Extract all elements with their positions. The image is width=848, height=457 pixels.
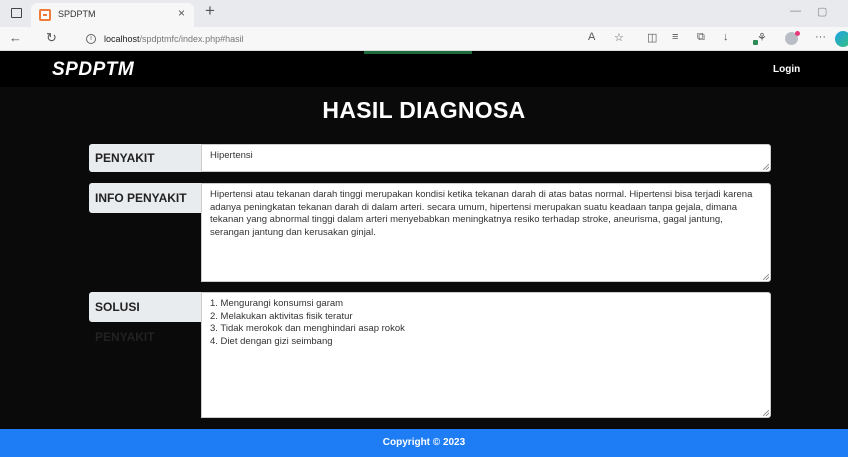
browser-tab-spdptm[interactable]: SPDPTM ×	[31, 3, 194, 27]
browser-window: SPDPTM × + — ▢ ← ↻ i localhost/spdptmfc/…	[0, 0, 848, 457]
copyright-text: Copyright © 2023	[382, 437, 466, 448]
url-host: localhost	[104, 34, 140, 44]
solusi-item: 3. Tidak merokok dan menghindari asap ro…	[210, 323, 405, 334]
back-icon[interactable]: ←	[9, 30, 22, 45]
new-tab-icon[interactable]: +	[205, 1, 215, 21]
penyakit-label: PENYAKIT	[89, 144, 201, 172]
split-screen-icon[interactable]: ◫	[647, 31, 657, 44]
info-penyakit-label: INFO PENYAKIT	[89, 183, 201, 213]
address-bar: ← ↻ i localhost/spdptmfc/index.php#hasil…	[0, 27, 848, 51]
read-aloud-icon[interactable]: A	[588, 31, 595, 43]
extensions-icon[interactable]: ⚘	[757, 31, 767, 44]
page-title: HASIL DIAGNOSA	[322, 97, 526, 123]
site-info-icon[interactable]: i	[86, 34, 96, 44]
collections-icon[interactable]: ⧉	[697, 31, 705, 44]
copilot-icon[interactable]	[835, 31, 848, 47]
favorites-list-icon[interactable]: ≡	[672, 31, 678, 43]
web-page: SPDPTM Login HASIL DIAGNOSA PENYAKIT Hip…	[0, 51, 848, 457]
tab-title: SPDPTM	[58, 9, 96, 19]
info-penyakit-value: Hipertensi atau tekanan darah tinggi mer…	[210, 189, 753, 238]
solusi-penyakit-field[interactable]: 1. Mengurangi konsumsi garam 2. Melakuka…	[201, 292, 771, 418]
top-accent-bar	[364, 51, 472, 54]
info-penyakit-field[interactable]: Hipertensi atau tekanan darah tinggi mer…	[201, 183, 771, 282]
resize-handle-icon[interactable]	[763, 164, 769, 170]
solusi-item: 2. Melakukan aktivitas fisik teratur	[210, 310, 353, 322]
penyakit-field[interactable]: Hipertensi	[201, 144, 771, 172]
site-footer: Copyright © 2023	[0, 429, 848, 457]
tab-close-icon[interactable]: ×	[178, 6, 185, 20]
url-path: /spdptmfc/index.php#hasil	[139, 34, 244, 44]
window-menu-icon[interactable]	[11, 8, 22, 18]
penyakit-value: Hipertensi	[210, 150, 253, 161]
url-text[interactable]: localhost/spdptmfc/index.php#hasil	[104, 34, 244, 44]
site-brand[interactable]: SPDPTM	[52, 59, 134, 81]
favicon-icon	[39, 9, 51, 21]
solusi-item: 1. Mengurangi konsumsi garam	[210, 298, 344, 309]
site-navbar: SPDPTM Login	[0, 51, 848, 87]
solusi-item: 4. Diet dengan gizi seimbang	[210, 335, 333, 347]
tab-strip: SPDPTM × + — ▢	[0, 0, 848, 27]
resize-handle-icon[interactable]	[763, 410, 769, 416]
login-link[interactable]: Login	[773, 64, 800, 75]
diagnosis-section: HASIL DIAGNOSA PENYAKIT Hipertensi INFO …	[0, 87, 848, 429]
download-icon[interactable]: ↓	[723, 31, 729, 43]
refresh-icon[interactable]: ↻	[46, 30, 57, 46]
restore-icon[interactable]: ▢	[817, 5, 827, 18]
resize-handle-icon[interactable]	[763, 274, 769, 280]
favorite-star-icon[interactable]: ☆	[614, 31, 624, 44]
more-menu-icon[interactable]: ···	[815, 31, 826, 43]
solusi-penyakit-label: SOLUSI PENYAKIT	[89, 292, 201, 344]
minimize-icon[interactable]: —	[790, 5, 801, 17]
profile-avatar[interactable]	[785, 31, 800, 45]
